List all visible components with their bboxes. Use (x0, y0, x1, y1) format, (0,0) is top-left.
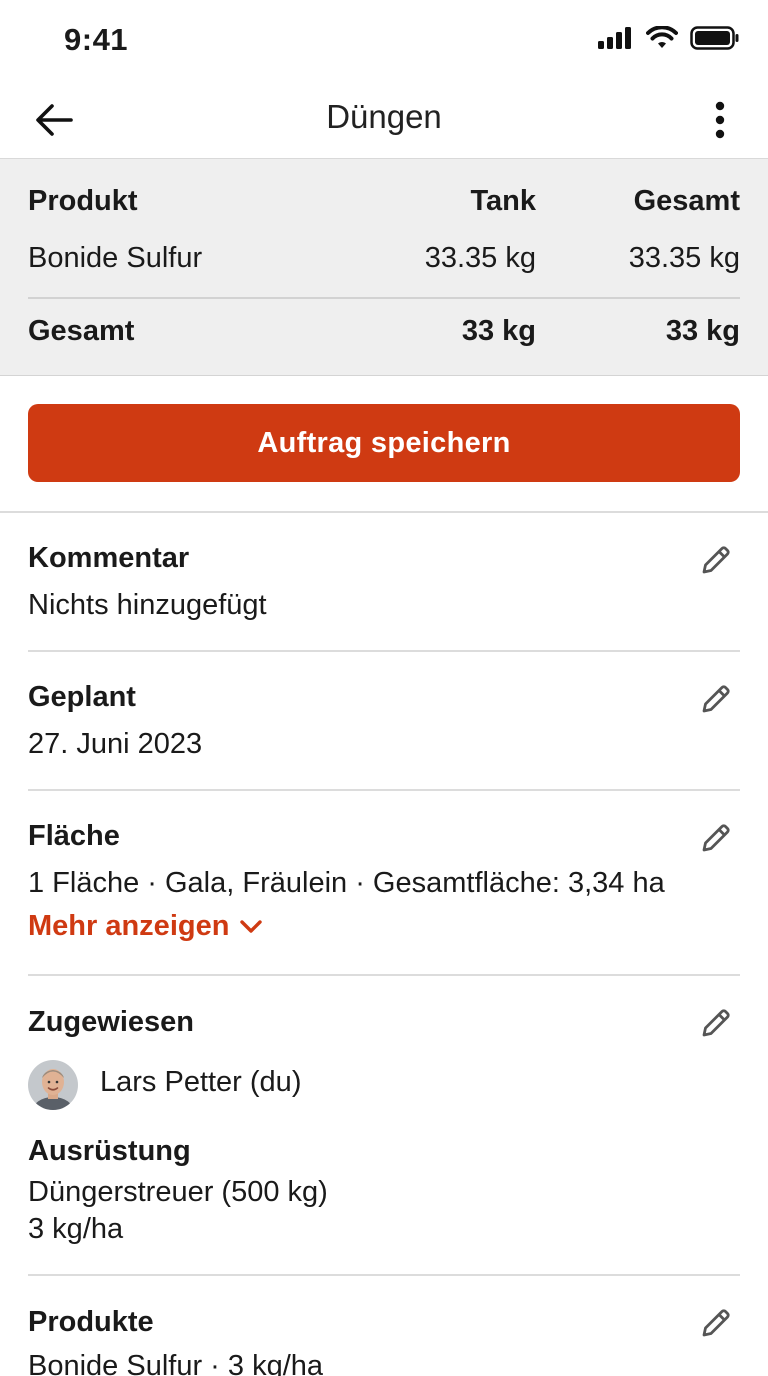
page-title: Düngen (326, 98, 442, 135)
total-total: 33 kg (665, 315, 740, 347)
assignee-name: Lars Petter (du) (100, 1066, 302, 1098)
show-more-link[interactable]: Mehr anzeigen (28, 910, 263, 943)
header-tank: Tank (470, 185, 536, 217)
pencil-icon (702, 685, 730, 713)
row-total: 33.35 kg (628, 242, 740, 274)
equipment-label: Ausrüstung (28, 1135, 191, 1167)
pencil-icon (702, 824, 730, 852)
save-order-button[interactable]: Auftrag speichern (28, 404, 740, 482)
product-summary-table: Produkt Tank Gesamt Bonide Sulfur 33.35 … (0, 158, 768, 376)
planned-date: 27. Juni 2023 (28, 728, 203, 760)
edit-products-button[interactable] (694, 1301, 738, 1345)
section-divider (28, 1274, 740, 1276)
edit-comment-button[interactable] (694, 538, 738, 582)
pencil-icon (702, 1009, 730, 1037)
pencil-icon (702, 1309, 730, 1337)
header-total: Gesamt (633, 185, 740, 217)
section-divider (28, 789, 740, 791)
avatar (28, 1060, 78, 1110)
edit-assigned-button[interactable] (694, 1001, 738, 1045)
navigation-bar: Düngen (0, 80, 768, 158)
battery-icon (690, 26, 739, 50)
comment-value: Nichts hinzugefügt (28, 589, 267, 621)
planned-label: Geplant (28, 681, 136, 713)
header-product: Produkt (28, 185, 138, 217)
summary-header-row: Produkt Tank Gesamt (28, 185, 740, 225)
edit-planned-button[interactable] (694, 677, 738, 721)
products-value: Bonide Sulfur · 3 kg/ha (28, 1350, 324, 1376)
pencil-icon (702, 546, 730, 574)
total-label: Gesamt (28, 315, 135, 347)
section-divider (28, 974, 740, 976)
chevron-down-icon (240, 919, 263, 933)
table-row: Bonide Sulfur 33.35 kg 33.35 kg (28, 242, 740, 282)
summary-divider (28, 297, 740, 299)
row-tank: 33.35 kg (424, 242, 536, 274)
total-tank: 33 kg (461, 315, 536, 347)
vertical-dots-icon (715, 101, 725, 139)
status-time: 9:41 (64, 22, 129, 57)
show-more-label: Mehr anzeigen (28, 910, 230, 942)
more-options-button[interactable] (708, 98, 732, 142)
equipment-name: Düngerstreuer (500 kg) (28, 1176, 328, 1208)
row-product: Bonide Sulfur (28, 242, 203, 274)
cellular-signal-icon (598, 27, 631, 49)
wifi-icon (646, 26, 678, 48)
comment-label: Kommentar (28, 542, 190, 574)
area-label: Fläche (28, 820, 120, 852)
edit-area-button[interactable] (694, 816, 738, 860)
status-icons (598, 26, 740, 50)
equipment-rate: 3 kg/ha (28, 1213, 124, 1245)
section-divider (28, 650, 740, 652)
person-avatar-icon (28, 1060, 78, 1110)
assigned-label: Zugewiesen (28, 1006, 194, 1038)
section-divider (0, 511, 768, 513)
area-summary: 1 Fläche · Gala, Fräulein · Gesamtfläche… (28, 867, 665, 899)
status-bar: 9:41 (0, 0, 768, 80)
products-label: Produkte (28, 1306, 154, 1338)
summary-total-row: Gesamt 33 kg 33 kg (28, 315, 740, 355)
